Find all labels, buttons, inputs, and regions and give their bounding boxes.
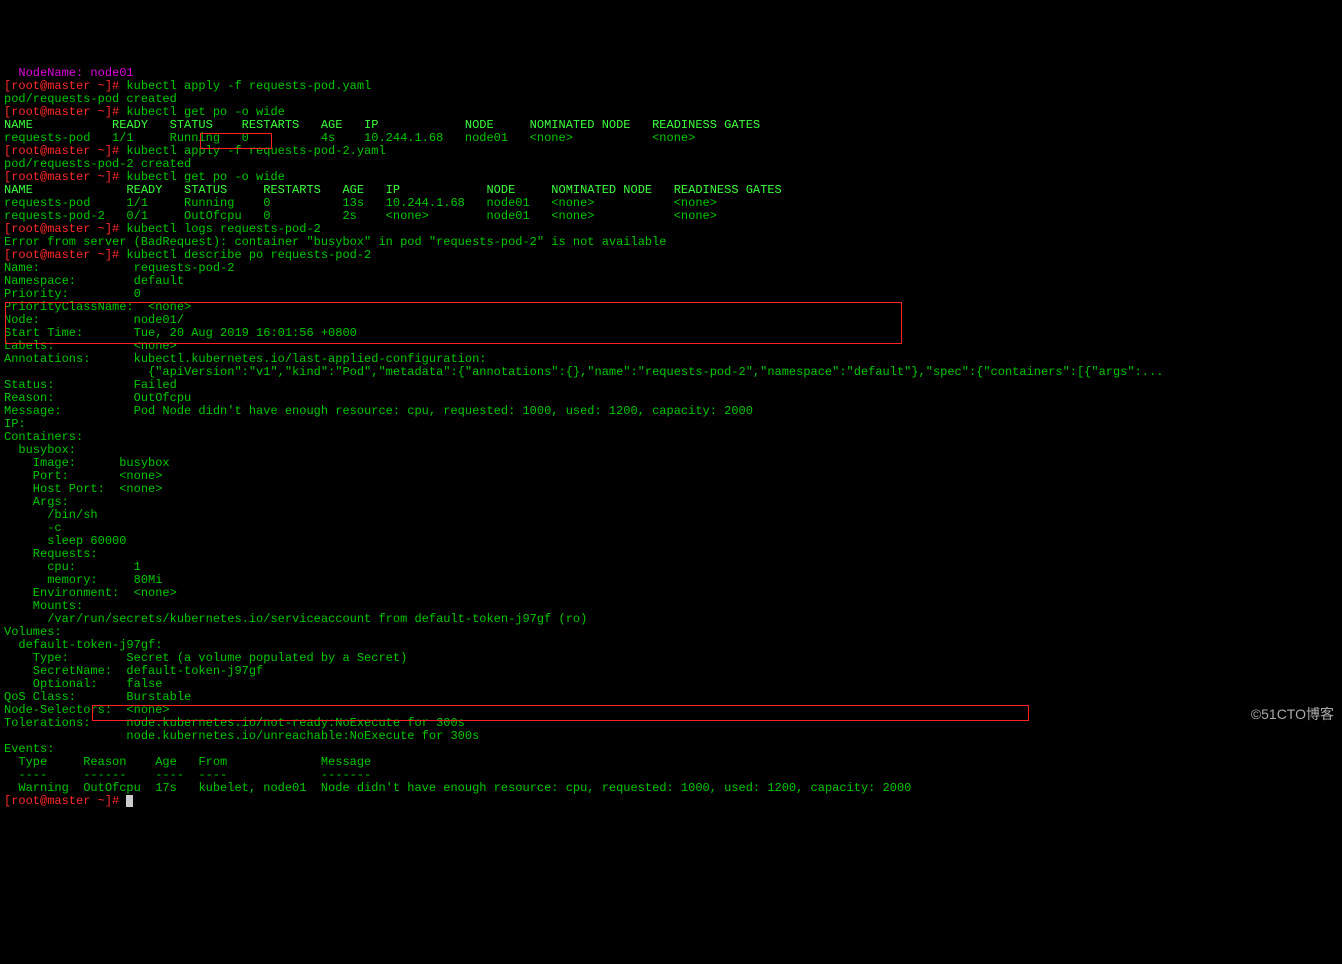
- message-line: Message: Pod Node didn't have enough res…: [4, 404, 753, 418]
- command: kubectl get po -o wide: [119, 170, 285, 184]
- desc-line: busybox:: [4, 443, 76, 457]
- terminal-output: NodeName: node01 [root@master ~]# kubect…: [4, 54, 1338, 808]
- desc-line: -c: [4, 521, 62, 535]
- desc-line: Optional: false: [4, 677, 162, 691]
- events-header: Events:: [4, 742, 54, 756]
- desc-line: PriorityClassName: <none>: [4, 300, 191, 314]
- desc-line: Priority: 0: [4, 287, 141, 301]
- desc-line: Requests:: [4, 547, 98, 561]
- error-line: Error from server (BadRequest): containe…: [4, 235, 667, 249]
- desc-line: Image: busybox: [4, 456, 170, 470]
- line: NodeName: node01: [4, 66, 134, 80]
- desc-line: Port: <none>: [4, 469, 162, 483]
- desc-line: Name: requests-pod-2: [4, 261, 234, 275]
- command: kubectl describe po requests-pod-2: [119, 248, 371, 262]
- desc-line: default-token-j97gf:: [4, 638, 162, 652]
- command: kubectl get po -o wide: [119, 105, 285, 119]
- status-failed: Status: Failed: [4, 378, 177, 392]
- desc-line: Tolerations: node.kubernetes.io/not-read…: [4, 716, 465, 730]
- output: pod/requests-pod created: [4, 92, 177, 106]
- prompt: [root@master ~]#: [4, 79, 119, 93]
- desc-line: Start Time: Tue, 20 Aug 2019 16:01:56 +0…: [4, 326, 357, 340]
- desc-line: node.kubernetes.io/unreachable:NoExecute…: [4, 729, 479, 743]
- desc-line: Containers:: [4, 430, 83, 444]
- desc-line: Mounts:: [4, 599, 83, 613]
- desc-line: IP:: [4, 417, 134, 431]
- event-outofcpu: OutOfcpu 17s kubelet, node01 Node didn't…: [83, 781, 911, 795]
- table-header: NAME READY STATUS RESTARTS AGE IP NODE N…: [4, 183, 782, 197]
- table-row: requests-pod 1/1 Running 0 13s 10.244.1.…: [4, 196, 717, 210]
- desc-line: Args:: [4, 495, 69, 509]
- watermark: ©51CTO博客: [1251, 708, 1334, 721]
- desc-line: Node-Selectors: <none>: [4, 703, 170, 717]
- command: kubectl apply -f requests-pod.yaml: [119, 79, 371, 93]
- table-header: NAME READY STATUS RESTARTS AGE IP NODE N…: [4, 118, 760, 132]
- prompt: [root@master ~]#: [4, 222, 119, 236]
- desc-line: memory: 80Mi: [4, 573, 162, 587]
- desc-line: Labels: <none>: [4, 339, 177, 353]
- desc-line: /bin/sh: [4, 508, 98, 522]
- desc-line: /var/run/secrets/kubernetes.io/serviceac…: [4, 612, 587, 626]
- desc-line: cpu: 1: [4, 560, 141, 574]
- command: kubectl apply -f requests-pod-2.yaml: [119, 144, 385, 158]
- desc-line: Namespace: default: [4, 274, 184, 288]
- desc-line: Volumes:: [4, 625, 62, 639]
- events-sep: ---- ------ ---- ---- -------: [4, 768, 371, 782]
- desc-line: Annotations: kubectl.kubernetes.io/last-…: [4, 352, 486, 366]
- prompt: [root@master ~]#: [4, 105, 119, 119]
- cursor[interactable]: [126, 795, 133, 807]
- desc-line: SecretName: default-token-j97gf: [4, 664, 263, 678]
- desc-line: Environment: <none>: [4, 586, 177, 600]
- desc-line: sleep 60000: [4, 534, 126, 548]
- prompt: [root@master ~]#: [4, 170, 119, 184]
- table-row: requests-pod-2 0/1 OutOfcpu 0 2s <none> …: [4, 209, 717, 223]
- desc-line: Host Port: <none>: [4, 482, 162, 496]
- prompt: [root@master ~]#: [4, 144, 119, 158]
- event-row: Warning OutOfcpu 17s kubelet, node01 Nod…: [4, 781, 911, 795]
- desc-line: Type: Secret (a volume populated by a Se…: [4, 651, 407, 665]
- output: pod/requests-pod-2 created: [4, 157, 191, 171]
- prompt: [root@master ~]#: [4, 794, 119, 808]
- events-columns: Type Reason Age From Message: [4, 755, 371, 769]
- command: kubectl logs requests-pod-2: [119, 222, 321, 236]
- desc-line: {"apiVersion":"v1","kind":"Pod","metadat…: [4, 365, 1163, 379]
- desc-line: Node: node01/: [4, 313, 184, 327]
- prompt: [root@master ~]#: [4, 248, 119, 262]
- status-outofcpu: OutOfcpu: [184, 209, 242, 223]
- table-row: requests-pod 1/1 Running 0 4s 10.244.1.6…: [4, 131, 695, 145]
- reason-line: Reason: OutOfcpu: [4, 391, 191, 405]
- desc-line: QoS Class: Burstable: [4, 690, 191, 704]
